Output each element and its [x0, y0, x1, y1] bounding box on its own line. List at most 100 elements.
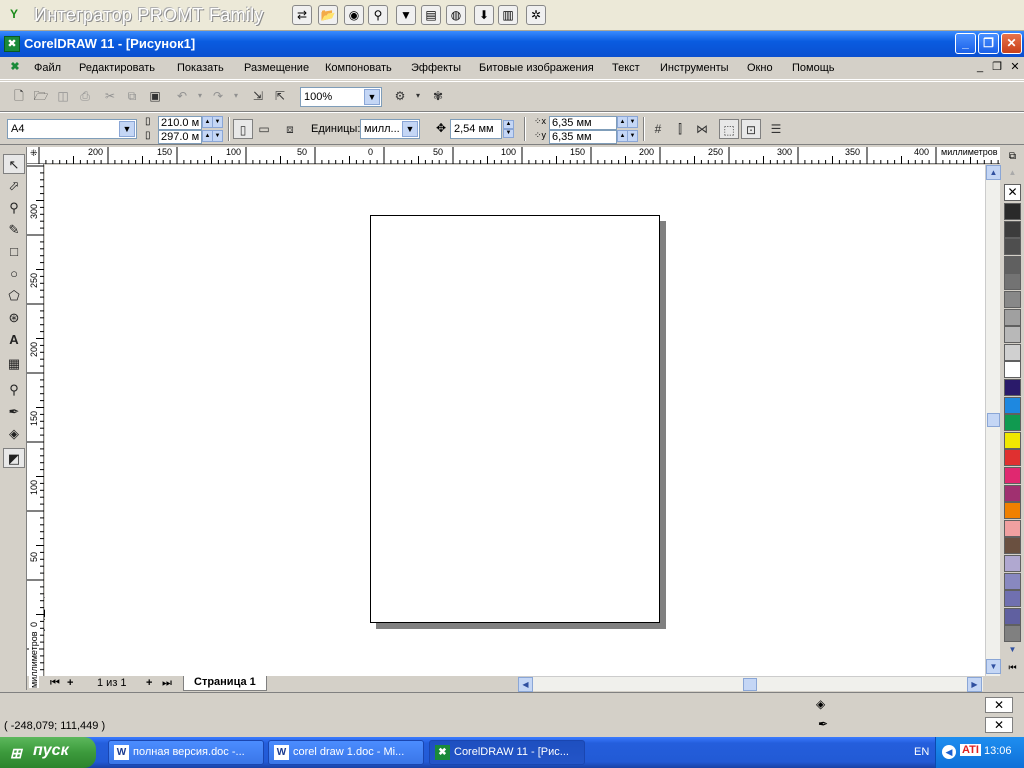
language-indicator[interactable]: EN [914, 746, 929, 758]
duplicate-x-field[interactable]: 6,35 мм [549, 116, 617, 130]
vertical-scrollbar[interactable]: ▲ ▼ [985, 165, 1001, 676]
menu-effects[interactable]: Эффекты [411, 62, 461, 74]
scroll-corner[interactable] [985, 676, 1000, 691]
width-spin-down-icon[interactable]: ▼ [212, 116, 223, 128]
document-icon[interactable]: ✖ [8, 61, 22, 75]
scroll-down-icon[interactable]: ▼ [986, 659, 1001, 674]
menu-file[interactable]: Файл [34, 62, 61, 74]
outline-tool-icon[interactable]: ✒ [3, 402, 25, 422]
shape-tool-icon[interactable]: ⬀ [3, 176, 25, 196]
color-swatch[interactable] [1004, 625, 1021, 643]
nudge-field[interactable]: 2,54 мм [450, 119, 502, 139]
color-swatch[interactable] [1004, 467, 1021, 484]
ellipse-tool-icon[interactable]: ○ [3, 264, 25, 284]
download-icon[interactable]: ⬇ [474, 5, 494, 25]
color-swatch[interactable] [1004, 326, 1021, 344]
pick-tool-icon[interactable]: ↖ [3, 154, 25, 174]
promt-logo-icon[interactable]: Y [4, 5, 24, 25]
outline-none-swatch[interactable]: ✕ [985, 717, 1013, 733]
menu-edit[interactable]: Редактировать [79, 62, 155, 74]
start-button[interactable]: ⊞ пуск [0, 737, 96, 768]
application-launcher-icon[interactable]: ⚙ [390, 86, 410, 106]
new-icon[interactable]: 🗋 [9, 86, 29, 106]
freehand-tool-icon[interactable]: ✎ [3, 220, 25, 240]
palette-expand-icon[interactable]: ⏮ [1004, 662, 1021, 676]
translate-icon[interactable]: ⇄ [292, 5, 312, 25]
snap-to-guidelines-icon[interactable]: ⫿ [670, 119, 690, 139]
color-swatch[interactable] [1004, 203, 1021, 220]
color-swatch[interactable] [1004, 555, 1021, 572]
color-swatch[interactable] [1004, 484, 1021, 502]
open-icon[interactable]: 🗁 [31, 86, 51, 106]
open-folder-icon[interactable]: 📂 [318, 5, 338, 25]
height-spin-down-icon[interactable]: ▼ [212, 130, 223, 142]
color-swatch[interactable] [1004, 537, 1021, 555]
zoom-select[interactable]: 100% ▼ [300, 87, 382, 107]
search-icon[interactable]: ⚲ [368, 5, 388, 25]
palette-menu-icon[interactable]: ⧉ [1004, 151, 1021, 166]
treat-as-filled-icon[interactable]: ⬚ [719, 119, 739, 139]
draw-scale-icon[interactable]: ⊡ [741, 119, 761, 139]
cut-icon[interactable]: ✂ [100, 86, 120, 106]
chevron-down-icon[interactable]: ▼ [364, 89, 380, 105]
color-swatch[interactable] [1004, 449, 1021, 467]
fill-indicator-icon[interactable]: ◈ [816, 697, 825, 711]
snap-to-objects-icon[interactable]: ⋈ [692, 119, 712, 139]
taskbar-item-coreldraw[interactable]: ✖ CorelDRAW 11 - [Рис... [429, 740, 585, 765]
drawing-canvas[interactable] [45, 165, 985, 676]
zoom-tool-icon[interactable]: ⚲ [3, 198, 25, 218]
vertical-scroll-thumb[interactable] [987, 413, 1000, 427]
book-icon[interactable]: ▤ [421, 5, 441, 25]
launcher-dropdown-icon[interactable]: ▾ [408, 86, 428, 106]
chevron-down-icon[interactable]: ▼ [119, 121, 135, 137]
options-icon[interactable]: ☰ [766, 119, 786, 139]
add-page-before-icon[interactable]: + [67, 677, 73, 689]
menu-bitmaps[interactable]: Битовые изображения [479, 62, 594, 74]
paste-icon[interactable]: ▣ [145, 86, 165, 106]
polygon-tool-icon[interactable]: ⬠ [3, 286, 25, 306]
minimize-button[interactable]: _ [955, 33, 976, 54]
web-translate-icon[interactable]: ◉ [344, 5, 364, 25]
doc-restore-icon[interactable]: ❐ [990, 61, 1004, 75]
eyedropper-tool-icon[interactable]: ⚲ [3, 380, 25, 400]
doc-minimize-icon[interactable]: _ [973, 61, 987, 75]
scroll-left-icon[interactable]: ◀ [518, 677, 533, 692]
undo-icon[interactable]: ↶ [172, 86, 192, 106]
nudge-spin-down-icon[interactable]: ▼ [503, 129, 514, 138]
taskbar-item-word-1[interactable]: W полная версия.doc -... [108, 740, 264, 765]
text-tool-icon[interactable]: A [3, 330, 25, 350]
import-icon[interactable]: ⇲ [248, 86, 268, 106]
color-swatch[interactable] [1004, 361, 1021, 379]
first-page-icon[interactable]: ⏮ [50, 677, 60, 690]
color-swatch[interactable] [1004, 590, 1021, 608]
palette-scroll-up-icon[interactable]: ▲ [1004, 168, 1021, 182]
color-swatch[interactable] [1004, 379, 1021, 396]
drawing-page[interactable] [370, 215, 660, 623]
save-icon[interactable]: ◫ [53, 86, 73, 106]
maximize-button[interactable]: ❐ [978, 33, 999, 54]
landscape-icon[interactable]: ▭ [254, 119, 274, 139]
no-color-swatch[interactable]: ✕ [1004, 184, 1021, 201]
menu-layout[interactable]: Размещение [244, 62, 309, 74]
dupy-spin-down-icon[interactable]: ▼ [627, 130, 638, 142]
color-swatch[interactable] [1004, 519, 1021, 537]
scroll-right-icon[interactable]: ▶ [967, 677, 982, 692]
rectangle-tool-icon[interactable]: □ [3, 242, 25, 262]
color-swatch[interactable] [1004, 255, 1021, 273]
window-title-bar[interactable]: ✖ CorelDRAW 11 - [Рисунок1] _ ❐ ✕ [0, 31, 1024, 57]
color-swatch[interactable] [1004, 273, 1021, 291]
menu-arrange[interactable]: Компоновать [325, 62, 392, 74]
color-swatch[interactable] [1004, 238, 1021, 256]
color-swatch[interactable] [1004, 414, 1021, 432]
vertical-ruler[interactable]: 300 250 200 150 100 50 0 миллиметров [27, 164, 44, 688]
filter-icon[interactable]: ▼ [396, 5, 416, 25]
settings-icon[interactable]: ✲ [526, 5, 546, 25]
scroll-up-icon[interactable]: ▲ [986, 165, 1001, 180]
copy-icon[interactable]: ⧉ [122, 86, 142, 106]
color-swatch[interactable] [1004, 291, 1021, 308]
coreldraw-app-icon[interactable]: ✖ [4, 36, 20, 52]
basic-shapes-tool-icon[interactable]: ⊛ [3, 308, 25, 328]
fill-tool-icon[interactable]: ◈ [3, 424, 25, 444]
globe-icon[interactable]: ◍ [446, 5, 466, 25]
ati-icon[interactable]: ATI [960, 744, 981, 756]
